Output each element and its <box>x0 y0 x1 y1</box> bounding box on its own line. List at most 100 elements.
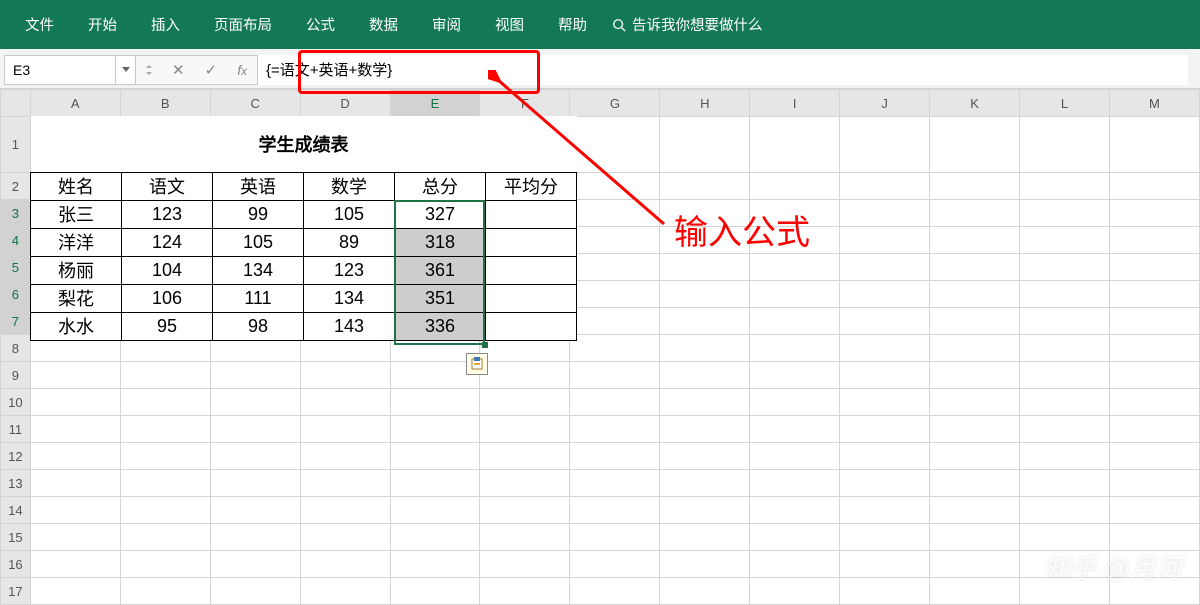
grid-cell[interactable] <box>1109 117 1199 173</box>
column-header[interactable]: L <box>1020 90 1110 117</box>
grid-cell[interactable] <box>750 308 840 335</box>
column-header[interactable]: A <box>30 90 120 117</box>
row-header[interactable]: 1 <box>1 117 31 173</box>
grid-cell[interactable] <box>1109 416 1199 443</box>
grid-cell[interactable] <box>570 200 660 227</box>
grid-cell[interactable] <box>1109 362 1199 389</box>
grid-cell[interactable] <box>120 497 210 524</box>
grid-cell[interactable] <box>30 497 120 524</box>
cell-selected[interactable]: 336 <box>395 312 486 340</box>
grid-cell[interactable] <box>750 335 840 362</box>
grid-cell[interactable] <box>1109 497 1199 524</box>
grid-cell[interactable] <box>570 362 660 389</box>
grid-cell[interactable] <box>1020 335 1110 362</box>
grid-cell[interactable] <box>1020 443 1110 470</box>
column-header[interactable]: J <box>840 90 930 117</box>
cell-selected[interactable]: 318 <box>395 228 486 256</box>
grid-cell[interactable] <box>570 497 660 524</box>
grid-cell[interactable] <box>480 443 570 470</box>
cell[interactable]: 111 <box>213 284 304 312</box>
grid-cell[interactable] <box>840 117 930 173</box>
grid-cell[interactable] <box>930 308 1020 335</box>
grid-cell[interactable] <box>930 362 1020 389</box>
grid-cell[interactable] <box>570 443 660 470</box>
grid-cell[interactable] <box>750 470 840 497</box>
cell[interactable]: 124 <box>122 228 213 256</box>
cell[interactable] <box>486 312 577 340</box>
grid-cell[interactable] <box>930 578 1020 605</box>
grid-cell[interactable] <box>840 497 930 524</box>
grid-cell[interactable] <box>390 389 480 416</box>
grid-cell[interactable] <box>750 416 840 443</box>
grid-cell[interactable] <box>210 497 300 524</box>
grid-cell[interactable] <box>840 389 930 416</box>
cell[interactable] <box>486 228 577 256</box>
formula-input[interactable]: {=语文+英语+数学} <box>258 55 1188 85</box>
grid-cell[interactable] <box>750 117 840 173</box>
grid-cell[interactable] <box>300 551 390 578</box>
grid-cell[interactable] <box>660 497 750 524</box>
row-header[interactable]: 6 <box>1 281 31 308</box>
grid-cell[interactable] <box>570 389 660 416</box>
cell[interactable]: 张三 <box>31 200 122 228</box>
table-header[interactable]: 姓名 <box>31 172 122 200</box>
table-title[interactable]: 学生成绩表 <box>31 116 577 172</box>
grid-cell[interactable] <box>120 524 210 551</box>
grid-cell[interactable] <box>1109 173 1199 200</box>
grid-cell[interactable] <box>840 578 930 605</box>
cell-selected-active[interactable]: 327 <box>395 200 486 228</box>
column-header[interactable]: F <box>480 90 570 117</box>
grid-cell[interactable] <box>840 524 930 551</box>
grid-cell[interactable] <box>480 524 570 551</box>
grid-cell[interactable] <box>1109 335 1199 362</box>
grid-cell[interactable] <box>930 117 1020 173</box>
grid-cell[interactable] <box>120 578 210 605</box>
ribbon-tab-home[interactable]: 开始 <box>71 0 134 49</box>
grid-cell[interactable] <box>660 416 750 443</box>
column-header[interactable]: C <box>210 90 300 117</box>
ribbon-tab-review[interactable]: 审阅 <box>415 0 478 49</box>
ribbon-tab-layout[interactable]: 页面布局 <box>197 0 289 49</box>
column-header[interactable]: E <box>390 90 480 117</box>
cell[interactable]: 95 <box>122 312 213 340</box>
grid-cell[interactable] <box>30 578 120 605</box>
grid-cell[interactable] <box>300 470 390 497</box>
row-header[interactable]: 2 <box>1 173 31 200</box>
grid-cell[interactable] <box>660 443 750 470</box>
name-box[interactable]: E3 <box>4 55 116 85</box>
grid-cell[interactable] <box>930 200 1020 227</box>
grid-cell[interactable] <box>930 416 1020 443</box>
row-header[interactable]: 7 <box>1 308 31 335</box>
grid-cell[interactable] <box>390 497 480 524</box>
grid-cell[interactable] <box>570 117 660 173</box>
paste-options-icon[interactable] <box>466 353 488 375</box>
grid-cell[interactable] <box>570 335 660 362</box>
grid-cell[interactable] <box>660 362 750 389</box>
grid-cell[interactable] <box>1020 389 1110 416</box>
grid-cell[interactable] <box>840 173 930 200</box>
grid-cell[interactable] <box>480 362 570 389</box>
grid-cell[interactable] <box>300 362 390 389</box>
grid-cell[interactable] <box>570 227 660 254</box>
grid-cell[interactable] <box>30 443 120 470</box>
grid-cell[interactable] <box>660 524 750 551</box>
confirm-icon[interactable]: ✓ <box>205 61 218 79</box>
grid-cell[interactable] <box>300 578 390 605</box>
grid-cell[interactable] <box>30 470 120 497</box>
grid-cell[interactable] <box>840 551 930 578</box>
grid-cell[interactable] <box>300 524 390 551</box>
grid-cell[interactable] <box>390 470 480 497</box>
cell[interactable] <box>486 200 577 228</box>
grid-cell[interactable] <box>930 497 1020 524</box>
grid-cell[interactable] <box>660 200 750 227</box>
cell[interactable]: 杨丽 <box>31 256 122 284</box>
grid-cell[interactable] <box>1109 389 1199 416</box>
grid-cell[interactable] <box>750 362 840 389</box>
cancel-icon[interactable]: ✕ <box>172 61 185 79</box>
grid-cell[interactable] <box>930 389 1020 416</box>
row-header[interactable]: 10 <box>1 389 31 416</box>
row-header[interactable]: 5 <box>1 254 31 281</box>
grid-cell[interactable] <box>390 578 480 605</box>
grid-cell[interactable] <box>840 362 930 389</box>
grid-cell[interactable] <box>750 389 840 416</box>
